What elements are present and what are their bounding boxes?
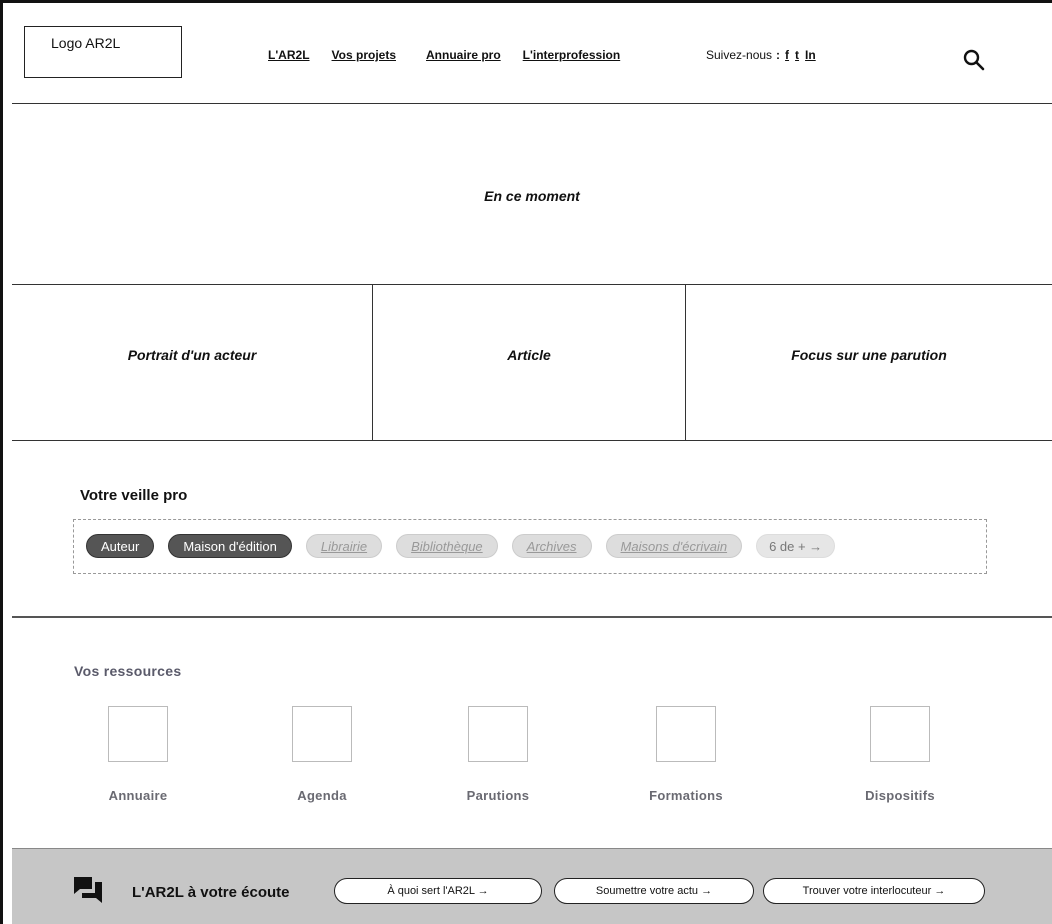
tag-filter-box: Auteur Maison d'édition Librairie Biblio… (73, 519, 987, 574)
tag-row: Auteur Maison d'édition Librairie Biblio… (86, 534, 849, 558)
submit-news-button[interactable]: Soumettre votre actu → (554, 878, 754, 904)
resource-thumbnail (870, 706, 930, 762)
site-header: Logo AR2L L'AR2L Vos projets Annuaire pr… (12, 12, 1052, 104)
main-nav: L'AR2L Vos projets Annuaire pro L'interp… (268, 48, 642, 62)
current-events-title: En ce moment (484, 188, 580, 204)
resource-thumbnail (656, 706, 716, 762)
card-focus[interactable]: Focus sur une parution (686, 285, 1052, 441)
tag-archives[interactable]: Archives (511, 534, 592, 558)
nav-item-interprofession[interactable]: L'interprofession (523, 48, 621, 62)
chat-icon (74, 877, 102, 903)
find-contact-button[interactable]: Trouver votre interlocuteur → (763, 878, 985, 904)
resources-title: Vos ressources (74, 663, 182, 679)
nav-item-annuaire-pro[interactable]: Annuaire pro (426, 48, 501, 62)
tag-bibliotheque[interactable]: Bibliothèque (396, 534, 498, 558)
twitter-link[interactable]: t (795, 48, 799, 62)
resource-thumbnail (468, 706, 528, 762)
featured-cards: Portrait d'un acteur Article Focus sur u… (12, 285, 1052, 441)
resource-formations[interactable]: Formations (616, 706, 756, 803)
follow-colon: : (776, 48, 781, 62)
card-title-focus: Focus sur une parution (791, 347, 947, 363)
resource-label: Dispositifs (865, 788, 935, 803)
tag-maison-edition[interactable]: Maison d'édition (168, 534, 292, 558)
nav-item-vos-projets[interactable]: Vos projets (332, 48, 396, 62)
veille-title: Votre veille pro (80, 487, 188, 504)
resource-dispositifs[interactable]: Dispositifs (830, 706, 970, 803)
tag-maisons-ecrivain[interactable]: Maisons d'écrivain (605, 534, 743, 558)
card-title-portrait: Portrait d'un acteur (127, 347, 257, 363)
resource-annuaire[interactable]: Annuaire (68, 706, 208, 803)
linkedin-link[interactable]: In (805, 48, 816, 62)
resource-label: Annuaire (108, 788, 168, 803)
facebook-link[interactable]: f (785, 48, 789, 62)
resource-thumbnail (108, 706, 168, 762)
card-title-article: Article (507, 347, 551, 363)
listening-title: L'AR2L à votre écoute (132, 884, 290, 901)
resource-thumbnail (292, 706, 352, 762)
resource-label: Parutions (466, 788, 530, 803)
nav-item-ar2l[interactable]: L'AR2L (268, 48, 310, 62)
resource-label: Agenda (297, 788, 347, 803)
tag-auteur[interactable]: Auteur (86, 534, 155, 558)
tag-more[interactable]: 6 de + → (756, 534, 836, 558)
resources-section: Vos ressources Annuaire Agenda Parutions… (12, 618, 1052, 848)
veille-section: Votre veille pro Auteur Maison d'édition… (12, 441, 1052, 618)
resource-label: Formations (649, 788, 723, 803)
what-is-ar2l-button[interactable]: À quoi sert l'AR2L → (334, 878, 542, 904)
tag-librairie[interactable]: Librairie (305, 534, 383, 558)
current-events-section[interactable]: En ce moment (12, 104, 1052, 285)
follow-label: Suivez-nous (706, 48, 773, 62)
resource-agenda[interactable]: Agenda (252, 706, 392, 803)
resource-parutions[interactable]: Parutions (428, 706, 568, 803)
logo[interactable]: Logo AR2L (24, 26, 182, 78)
listening-band: L'AR2L à votre écoute À quoi sert l'AR2L… (12, 848, 1052, 924)
follow-us: Suivez-nous : f t In (706, 48, 822, 62)
card-article[interactable]: Article (373, 285, 686, 441)
search-icon[interactable] (962, 48, 986, 72)
card-portrait[interactable]: Portrait d'un acteur (12, 285, 373, 441)
